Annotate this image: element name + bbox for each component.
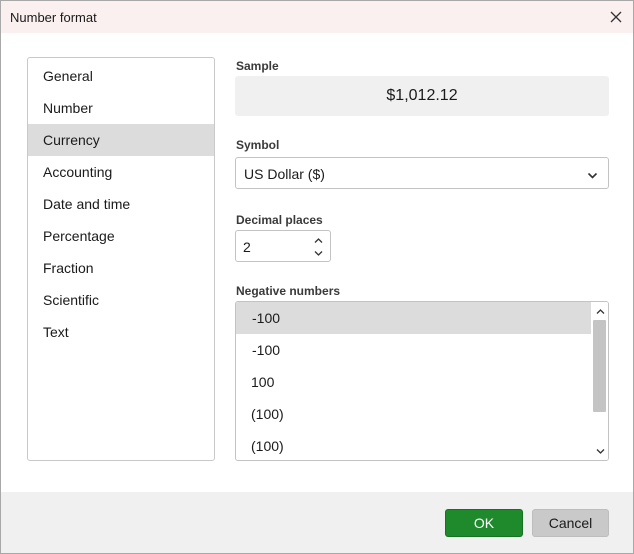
dialog-footer: OK Cancel xyxy=(1,492,633,553)
category-item-label: General xyxy=(43,68,93,84)
sample-label: Sample xyxy=(236,59,279,73)
category-item-scientific[interactable]: Scientific xyxy=(28,284,214,316)
chevron-down-icon xyxy=(596,448,604,454)
negative-numbers-label: Negative numbers xyxy=(236,284,341,298)
chevron-up-icon xyxy=(596,308,604,314)
decimal-places-stepper[interactable]: 2 xyxy=(235,230,331,262)
decrement-button[interactable] xyxy=(312,247,324,259)
symbol-label: Symbol xyxy=(236,138,280,152)
scrollbar-thumb[interactable] xyxy=(593,320,606,412)
close-icon xyxy=(610,11,622,23)
category-item-label: Scientific xyxy=(43,292,100,308)
negative-option[interactable]: -100 xyxy=(236,302,592,334)
category-list: General Number Currency Accounting Date … xyxy=(27,57,215,461)
category-item-label: Text xyxy=(43,324,69,340)
chevron-down-icon xyxy=(314,250,322,256)
category-item-text[interactable]: Text xyxy=(28,316,214,348)
negative-option-label: -100 xyxy=(252,310,281,326)
negative-list-scrollbar[interactable] xyxy=(591,302,608,460)
scroll-up-button[interactable] xyxy=(594,305,606,317)
negative-option[interactable]: 100 xyxy=(236,366,592,398)
decimal-places-value: 2 xyxy=(243,239,251,255)
scroll-down-button[interactable] xyxy=(594,445,606,457)
negative-option[interactable]: (100) xyxy=(236,398,592,430)
dialog-title: Number format xyxy=(10,10,97,25)
negative-numbers-list: -100 -100 100 (100) (100) xyxy=(235,301,609,461)
category-item-label: Fraction xyxy=(43,260,94,276)
negative-option[interactable]: -100 xyxy=(236,334,592,366)
sample-preview: $1,012.12 xyxy=(235,76,609,116)
decimal-places-label: Decimal places xyxy=(236,213,323,227)
increment-button[interactable] xyxy=(312,234,324,246)
negative-option-label: (100) xyxy=(251,438,284,454)
category-item-fraction[interactable]: Fraction xyxy=(28,252,214,284)
category-item-percentage[interactable]: Percentage xyxy=(28,220,214,252)
symbol-selected-value: US Dollar ($) xyxy=(244,166,325,182)
negative-option-label: -100 xyxy=(252,342,281,358)
negative-option-label: 100 xyxy=(251,374,275,390)
cancel-button-label: Cancel xyxy=(548,515,593,531)
title-bar: Number format xyxy=(1,1,633,33)
category-item-label: Accounting xyxy=(43,164,113,180)
cancel-button[interactable]: Cancel xyxy=(532,509,609,537)
symbol-dropdown[interactable]: US Dollar ($) xyxy=(235,157,609,189)
ok-button-label: OK xyxy=(473,515,495,531)
category-item-label: Currency xyxy=(43,132,100,148)
negative-option[interactable]: (100) xyxy=(236,430,592,460)
category-item-label: Number xyxy=(43,100,93,116)
category-item-label: Date and time xyxy=(43,196,131,212)
chevron-up-icon xyxy=(314,237,322,243)
close-button[interactable] xyxy=(605,6,627,28)
chevron-down-icon xyxy=(587,168,598,186)
category-item-currency[interactable]: Currency xyxy=(28,124,214,156)
sample-value: $1,012.12 xyxy=(386,87,458,104)
category-item-general[interactable]: General xyxy=(28,60,214,92)
negative-option-label: (100) xyxy=(251,406,284,422)
number-format-dialog: Number format General Number Currency Ac… xyxy=(0,0,634,554)
category-item-date-and-time[interactable]: Date and time xyxy=(28,188,214,220)
category-item-number[interactable]: Number xyxy=(28,92,214,124)
category-item-accounting[interactable]: Accounting xyxy=(28,156,214,188)
category-item-label: Percentage xyxy=(43,228,115,244)
ok-button[interactable]: OK xyxy=(445,509,523,537)
